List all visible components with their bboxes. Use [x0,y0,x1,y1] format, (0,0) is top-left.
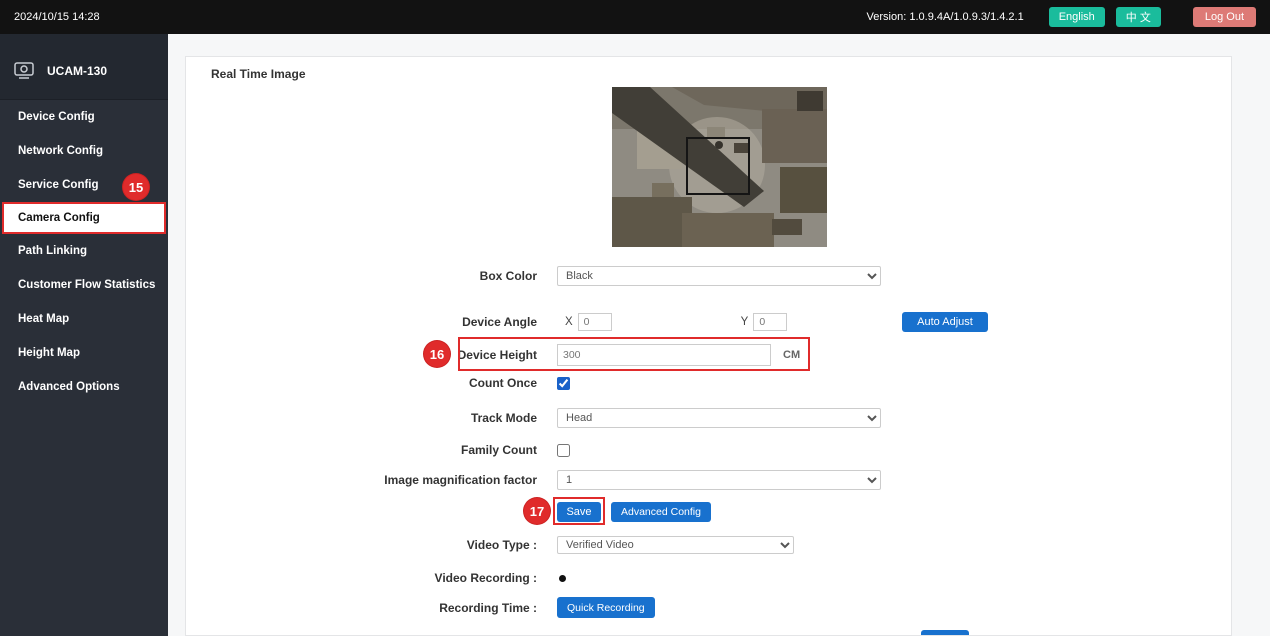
device-height-label: Device Height [206,348,537,362]
sidebar-item-height-map[interactable]: Height Map [0,336,168,370]
device-name: UCAM-130 [47,64,107,78]
sidebar: UCAM-130 Device Config Network Config Se… [0,34,168,636]
recording-time-label: Recording Time : [206,601,537,615]
angle-x-label: X [565,316,573,328]
device-height-input[interactable] [557,344,771,366]
sidebar-item-camera-config[interactable]: Camera Config [2,202,166,234]
magnification-label: Image magnification factor [206,473,537,487]
track-mode-label: Track Mode [206,411,537,425]
version-text: Version: 1.0.9.4A/1.0.9.3/1.4.2.1 [867,11,1024,23]
sidebar-item-service-config[interactable]: Service Config [0,168,168,202]
box-color-label: Box Color [206,269,537,283]
sidebar-item-advanced-options[interactable]: Advanced Options [0,370,168,404]
video-recording-label: Video Recording : [206,571,537,585]
topbar: 2024/10/15 14:28 Version: 1.0.9.4A/1.0.9… [0,0,1270,34]
family-count-checkbox[interactable] [557,444,570,457]
advanced-config-button[interactable]: Advanced Config [611,502,711,522]
count-once-row: Count Once [206,375,570,391]
angle-x-input[interactable] [578,313,612,331]
family-count-row: Family Count [206,442,570,458]
topbar-right: Version: 1.0.9.4A/1.0.9.3/1.4.2.1 Englis… [867,7,1256,27]
sidebar-item-network-config[interactable]: Network Config [0,134,168,168]
english-language-button[interactable]: English [1049,7,1105,27]
sidebar-item-heat-map[interactable]: Heat Map [0,302,168,336]
quick-recording-button[interactable]: Quick Recording [557,597,655,618]
recording-time-row: Recording Time : Quick Recording [206,597,655,618]
video-type-select[interactable]: Verified Video [557,536,794,554]
chinese-language-button[interactable]: 中 文 [1116,7,1161,27]
track-mode-row: Track Mode Head [206,408,881,428]
angle-y-input[interactable] [753,313,787,331]
track-mode-select[interactable]: Head [557,408,881,428]
sidebar-item-path-linking[interactable]: Path Linking [0,234,168,268]
angle-y-label: Y [741,316,749,328]
count-once-checkbox[interactable] [557,377,570,390]
webcam-icon [14,62,38,79]
logout-button[interactable]: Log Out [1193,7,1256,27]
count-once-label: Count Once [206,376,537,390]
detection-box [686,137,750,195]
content-panel: Real Time Image Box Color Black [185,56,1232,636]
device-height-unit: CM [783,349,800,361]
device-height-row: Device Height CM [206,344,800,366]
device-angle-row: Device Angle X Y Auto Adjust [206,312,787,332]
box-color-row: Box Color Black [206,266,881,286]
family-count-label: Family Count [206,443,537,457]
device-header: UCAM-130 [0,34,168,100]
sidebar-menu: Device Config Network Config Service Con… [0,100,168,404]
page-title: Real Time Image [211,67,306,81]
sidebar-item-device-config[interactable]: Device Config [0,100,168,134]
box-color-select[interactable]: Black [557,266,881,286]
save-row: Save Advanced Config [206,502,711,522]
video-recording-row: Video Recording : [206,571,566,585]
recording-status-dot [559,575,566,582]
camera-preview-image [612,87,827,247]
device-angle-label: Device Angle [206,315,537,329]
save-button[interactable]: Save [557,502,601,522]
magnification-row: Image magnification factor 1 [206,470,881,490]
auto-adjust-button[interactable]: Auto Adjust [902,312,988,332]
datetime-text: 2024/10/15 14:28 [14,11,100,23]
magnification-select[interactable]: 1 [557,470,881,490]
video-type-label: Video Type : [206,538,537,552]
bottom-cutoff-button[interactable] [921,630,969,636]
sidebar-item-customer-flow-statistics[interactable]: Customer Flow Statistics [0,268,168,302]
video-type-row: Video Type : Verified Video [206,536,794,554]
